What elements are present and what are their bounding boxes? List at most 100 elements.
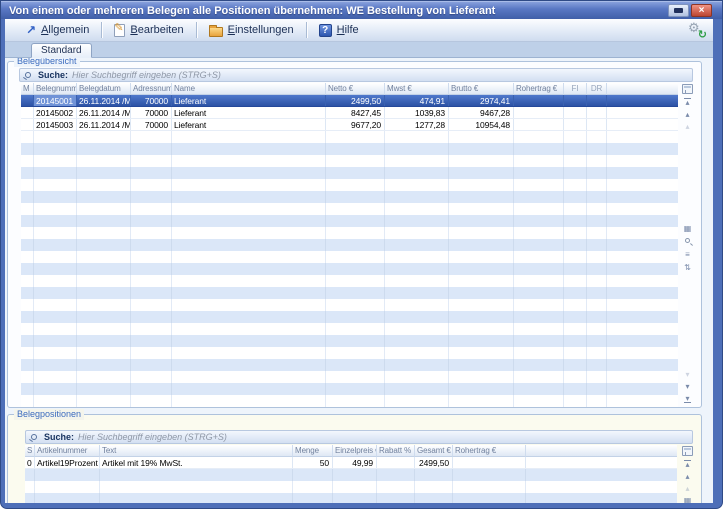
scroll-top-icon[interactable]: ▴: [681, 459, 694, 470]
table-cell: 1277,28: [385, 119, 449, 130]
search-icon: [31, 434, 37, 440]
magnifier-icon: [685, 238, 690, 243]
window-close-button[interactable]: ×: [691, 4, 712, 17]
column-header[interactable]: Rabatt %: [377, 445, 415, 457]
table-cell: Lieferant: [172, 119, 326, 130]
table-cell: 50: [293, 457, 333, 468]
settings-folder-icon: [209, 27, 223, 37]
column-header: [526, 445, 677, 457]
toolbar-divider: [196, 22, 197, 38]
table-row[interactable]: 20145001 26.11.2014 /Mi 70000 Lieferant …: [21, 95, 678, 107]
beleguebersicht-legend: Belegübersicht: [14, 58, 80, 67]
table-cell: [564, 95, 587, 106]
column-header[interactable]: FI: [564, 83, 587, 95]
column-header[interactable]: Mwst €: [385, 83, 449, 95]
table-cell: [21, 95, 34, 106]
empty-row: [21, 395, 678, 407]
search-row-icon[interactable]: [681, 236, 694, 247]
pin-icon: [674, 8, 683, 13]
menu-hilfe[interactable]: ? Hilfe: [310, 21, 368, 40]
column-header[interactable]: Menge: [293, 445, 333, 457]
menu-allgemein[interactable]: ↗ Allgemein: [17, 21, 98, 40]
grid-view-icon[interactable]: ▦: [681, 223, 694, 234]
positionen-table-strip: ▴ ▴ ▴ ▦: [680, 445, 695, 503]
table-row[interactable]: 20145003 26.11.2014 /Mi 70000 Lieferant …: [21, 119, 678, 131]
table-cell: [514, 119, 564, 130]
column-header[interactable]: M: [21, 83, 34, 95]
table-cell: [587, 107, 607, 118]
column-header[interactable]: Gesamt €: [415, 445, 453, 457]
table-cell: 1039,83: [385, 107, 449, 118]
sort-icon[interactable]: ⇅: [681, 262, 694, 273]
column-header[interactable]: Adressnumm: [131, 83, 172, 95]
positionen-search-input[interactable]: Suche: Hier Suchbegriff eingeben (STRG+S…: [25, 430, 693, 444]
table-cell: 2499,50: [326, 95, 385, 106]
scroll-up-page-icon[interactable]: ▴: [681, 483, 694, 494]
beleg-search-input[interactable]: Suche: Hier Suchbegriff eingeben (STRG+S…: [19, 68, 693, 82]
empty-row: [21, 347, 678, 359]
search-placeholder: Hier Suchbegriff eingeben (STRG+S): [78, 432, 227, 442]
positionen-table: S Artikelnummer Text Menge Einzelpreis €…: [25, 445, 677, 503]
empty-row: [21, 167, 678, 179]
column-header[interactable]: Rohertrag €: [514, 83, 564, 95]
refresh-arrow-icon: ↻: [698, 28, 707, 41]
menu-toolbar: ↗ Allgemein ✎ Bearbeiten Einstellungen ?…: [5, 19, 713, 42]
belegpositionen-legend: Belegpositionen: [14, 409, 84, 420]
empty-row: [21, 215, 678, 227]
table-cell: Lieferant: [172, 107, 326, 118]
menu-einstellungen[interactable]: Einstellungen: [200, 21, 303, 40]
table-cell: 26.11.2014 /Mi: [77, 95, 131, 106]
scroll-down-page-icon[interactable]: ▾: [681, 369, 694, 380]
column-header[interactable]: Netto €: [326, 83, 385, 95]
beleg-table: M Belegnummer Belegdatum Adressnumm Name…: [21, 83, 678, 407]
column-header[interactable]: Belegnummer: [34, 83, 77, 95]
menu-allgemein-label: Allgemein: [41, 24, 89, 36]
column-header[interactable]: S: [25, 445, 35, 457]
column-header[interactable]: Brutto €: [449, 83, 514, 95]
scroll-bottom-icon[interactable]: ▾: [681, 393, 694, 404]
grid-view-icon[interactable]: ▦: [681, 495, 694, 503]
column-header[interactable]: Rohertrag €: [453, 445, 526, 457]
beleguebersicht-group: Belegübersicht Suche: Hier Suchbegriff e…: [7, 61, 702, 408]
table-cell: Lieferant: [172, 95, 326, 106]
table-cell: [453, 457, 526, 468]
table-cell: Artikel mit 19% MwSt.: [100, 457, 293, 468]
table-cell: [514, 107, 564, 118]
tab-standard[interactable]: Standard: [31, 43, 92, 58]
column-chooser-icon[interactable]: [682, 446, 693, 456]
scroll-down-icon[interactable]: ▾: [681, 381, 694, 392]
empty-row: [21, 275, 678, 287]
table-cell: 10954,48: [449, 119, 514, 130]
window-pin-button[interactable]: [668, 4, 689, 17]
table-cell: [377, 457, 415, 468]
column-header[interactable]: DR: [587, 83, 607, 95]
search-icon: [25, 72, 31, 78]
table-row[interactable]: 0 Artikel19Prozent Artikel mit 19% MwSt.…: [25, 457, 677, 469]
scroll-top-icon[interactable]: ▴: [681, 97, 694, 108]
table-cell: 70000: [131, 107, 172, 118]
column-header[interactable]: Name: [172, 83, 326, 95]
scroll-up-icon[interactable]: ▴: [681, 109, 694, 120]
scroll-up-icon[interactable]: ▴: [681, 471, 694, 482]
tab-strip: Standard: [5, 42, 713, 58]
empty-row: [21, 287, 678, 299]
table-cell: Artikel19Prozent: [35, 457, 100, 468]
menu-bearbeiten[interactable]: ✎ Bearbeiten: [105, 21, 192, 40]
empty-row: [21, 179, 678, 191]
column-header[interactable]: Artikelnummer: [35, 445, 100, 457]
table-cell: 20145003: [34, 119, 77, 130]
empty-row: [21, 335, 678, 347]
empty-row: [21, 359, 678, 371]
table-cell: 70000: [131, 119, 172, 130]
transfer-refresh-icon[interactable]: ⚙ ↻: [688, 21, 706, 39]
belegpositionen-group: Belegpositionen Suche: Hier Suchbegriff …: [7, 414, 702, 503]
table-row[interactable]: 20145002 26.11.2014 /Mi 70000 Lieferant …: [21, 107, 678, 119]
table-cell: [607, 107, 678, 118]
column-header[interactable]: Belegdatum: [77, 83, 131, 95]
empty-row: [21, 311, 678, 323]
column-chooser-icon[interactable]: [682, 84, 693, 94]
column-header[interactable]: Einzelpreis €: [333, 445, 377, 457]
column-header[interactable]: Text: [100, 445, 293, 457]
filter-rows-icon[interactable]: ≡: [681, 249, 694, 260]
scroll-up-page-icon[interactable]: ▴: [681, 121, 694, 132]
